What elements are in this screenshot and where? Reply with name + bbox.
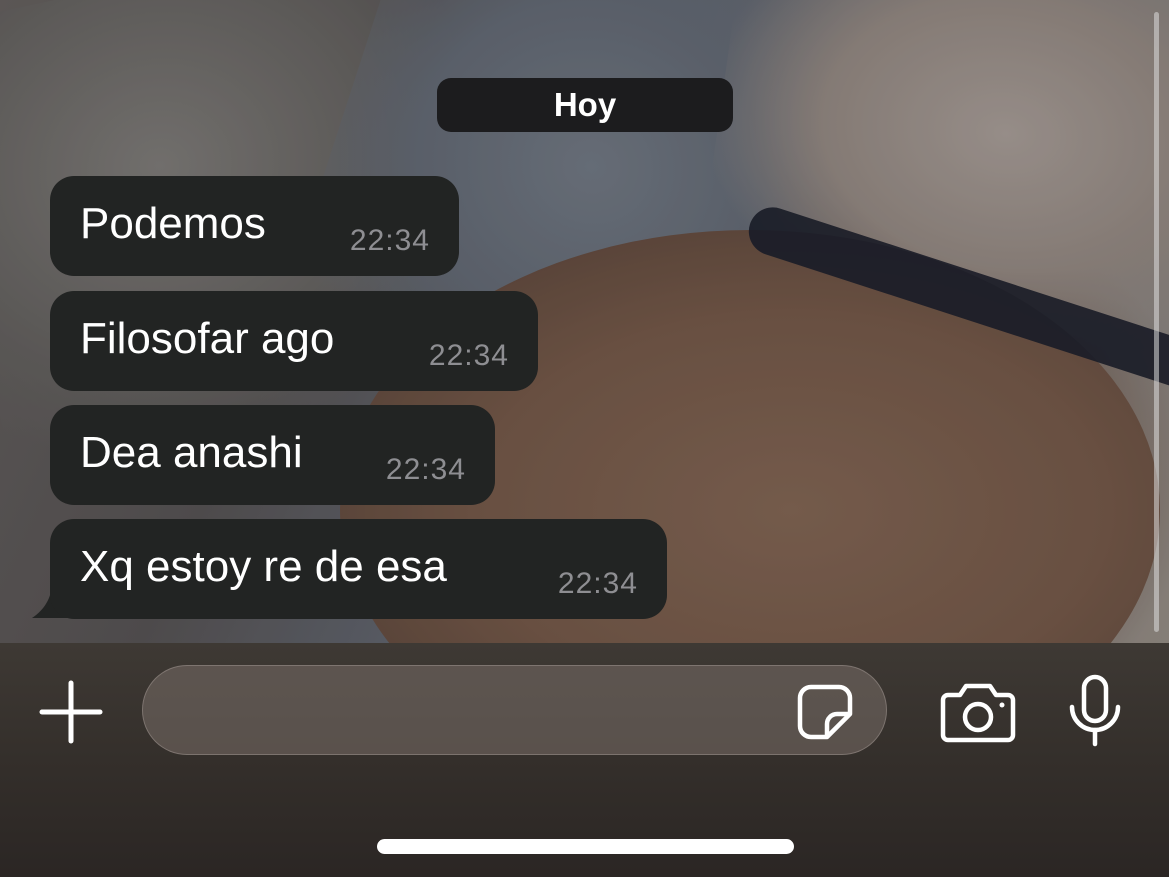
- chat-screen: Hoy Podemos 22:34 Filosofar ago 22:34 De…: [0, 0, 1169, 877]
- home-indicator[interactable]: [377, 839, 794, 854]
- message-text: Filosofar ago: [80, 314, 335, 363]
- attach-button[interactable]: [38, 679, 104, 745]
- message-text: Podemos: [80, 199, 266, 248]
- composer-bar: [0, 643, 1169, 877]
- microphone-button[interactable]: [1066, 673, 1124, 749]
- scroll-indicator[interactable]: [1154, 12, 1159, 632]
- message-timestamp: 22:34: [557, 567, 638, 600]
- sticker-icon: [797, 684, 853, 740]
- message-input-field[interactable]: [142, 665, 887, 756]
- message-input[interactable]: [171, 666, 795, 756]
- message-bubble[interactable]: Dea anashi 22:34: [50, 405, 495, 505]
- message-timestamp: 22:34: [428, 339, 509, 372]
- message-timestamp: 22:34: [385, 453, 466, 486]
- date-separator: Hoy: [437, 78, 733, 132]
- message-timestamp: 22:34: [349, 224, 430, 257]
- camera-button[interactable]: [940, 681, 1016, 743]
- date-separator-label: Hoy: [553, 86, 617, 123]
- message-text: Dea anashi: [80, 428, 303, 477]
- plus-icon: [39, 680, 103, 744]
- message-text: Xq estoy re de esa: [80, 542, 447, 591]
- message-bubble[interactable]: Filosofar ago 22:34: [50, 291, 538, 391]
- message-bubble[interactable]: Xq estoy re de esa 22:34: [50, 519, 667, 619]
- camera-icon: [940, 683, 1016, 743]
- microphone-icon: [1069, 674, 1121, 747]
- message-bubble[interactable]: Podemos 22:34: [50, 176, 459, 276]
- sticker-button[interactable]: [797, 684, 853, 740]
